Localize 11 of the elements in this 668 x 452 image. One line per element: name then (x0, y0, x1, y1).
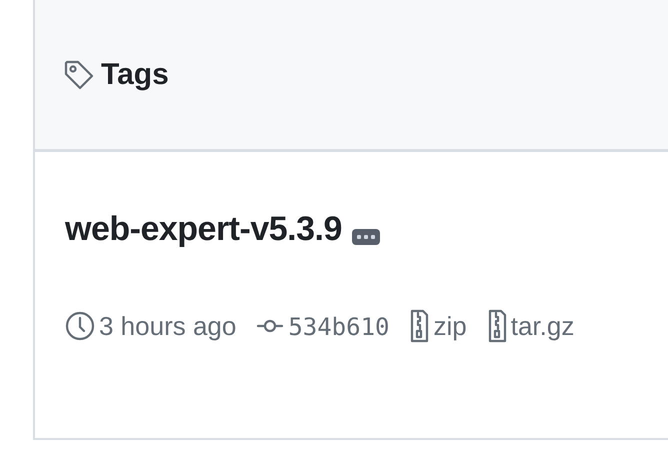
download-link[interactable]: zip (433, 310, 467, 342)
clock-icon (65, 310, 95, 342)
tag-name-link[interactable]: web-expert-v5.3.9 (65, 210, 342, 249)
header-title: Tags (101, 58, 169, 92)
file-zip-icon (486, 309, 507, 343)
download-link[interactable]: tar.gz (510, 310, 574, 342)
tag-icon (63, 58, 95, 90)
commit-link[interactable]: 534b610 (288, 310, 390, 342)
tag-time: 3 hours ago (99, 310, 236, 342)
more-button[interactable] (352, 229, 380, 245)
file-zip-icon (409, 309, 430, 343)
